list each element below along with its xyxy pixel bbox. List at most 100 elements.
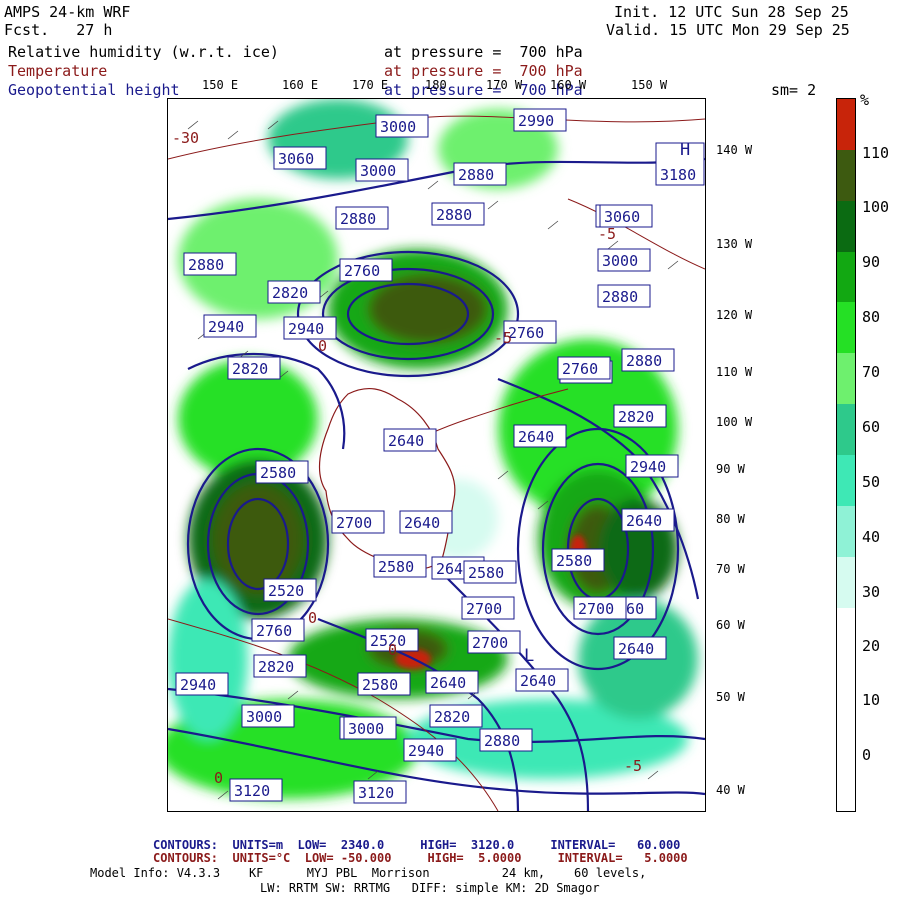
lon-label: 180: [425, 78, 447, 92]
height-label: 2820: [267, 280, 321, 304]
svg-text:2880: 2880: [340, 210, 376, 228]
colorbar-segment: [837, 353, 855, 406]
svg-text:2880: 2880: [188, 256, 224, 274]
svg-text:2640: 2640: [430, 674, 466, 692]
lat-label: 50 W: [716, 690, 745, 704]
colorbar-segment: [837, 200, 855, 253]
colorbar-segment: [837, 607, 855, 660]
height-label: 3000: [375, 114, 429, 138]
colorbar-segment: [837, 404, 855, 457]
svg-text:2880: 2880: [484, 732, 520, 750]
svg-text:3000: 3000: [360, 162, 396, 180]
svg-text:2940: 2940: [288, 320, 324, 338]
svg-text:2640: 2640: [404, 514, 440, 532]
height-label: 2580: [463, 560, 517, 584]
colorbar-segment: [837, 302, 855, 355]
svg-text:2580: 2580: [468, 564, 504, 582]
svg-text:2940: 2940: [408, 742, 444, 760]
svg-text:2880: 2880: [626, 352, 662, 370]
lat-label: 90 W: [716, 462, 745, 476]
svg-text:2700: 2700: [472, 634, 508, 652]
valid-time: Valid. 15 UTC Mon 29 Sep 25: [606, 21, 850, 39]
model-info: Model Info: V4.3.3 KF MYJ PBL Morrison 2…: [90, 866, 647, 880]
svg-text:2640: 2640: [388, 432, 424, 450]
height-label: 2580: [357, 672, 411, 696]
field-temp-name: Temperature: [8, 62, 108, 80]
height-label: 3000: [597, 248, 651, 272]
height-label: 2940: [625, 454, 679, 478]
svg-text:3120: 3120: [358, 784, 394, 802]
lat-label: 140 W: [716, 143, 753, 157]
temperature-contour-info: CONTOURS: UNITS=°C LOW= -50.000 HIGH= 5.…: [153, 851, 688, 865]
svg-text:2990: 2990: [518, 112, 554, 130]
lon-label: 170 W: [486, 78, 523, 92]
height-label: 3120: [229, 778, 283, 802]
temperature-label: 0: [318, 337, 327, 355]
svg-text:2820: 2820: [434, 708, 470, 726]
colorbar-label: 80: [862, 308, 881, 326]
colorbar-label: 40: [862, 528, 881, 546]
svg-text:3120: 3120: [234, 782, 270, 800]
lat-label: 100 W: [716, 415, 753, 429]
height-label: 2880: [431, 202, 485, 226]
colorbar-label: 90: [862, 253, 881, 271]
lon-label: 150 E: [202, 78, 239, 92]
temperature-label: 0: [214, 769, 223, 787]
svg-text:2700: 2700: [336, 514, 372, 532]
weather-map: 3060 3000 3000 2990 2880 3120 3180 2880 …: [168, 99, 705, 811]
svg-text:2640: 2640: [626, 512, 662, 530]
height-label: 2760: [557, 356, 611, 380]
lat-label: 40 W: [716, 783, 745, 797]
svg-text:2940: 2940: [630, 458, 666, 476]
lat-label: 110 W: [716, 365, 753, 379]
svg-text:2760: 2760: [508, 324, 544, 342]
svg-text:2700: 2700: [466, 600, 502, 618]
colorbar-label: 70: [862, 363, 881, 381]
height-label: 2520: [263, 578, 317, 602]
temperature-label: -5: [624, 757, 642, 775]
height-label: 2640: [515, 668, 569, 692]
height-label: 3060: [273, 146, 327, 170]
low-pressure-marker: L: [524, 646, 534, 666]
svg-text:3000: 3000: [348, 720, 384, 738]
map-panel: 3060 3000 3000 2990 2880 3120 3180 2880 …: [167, 98, 706, 812]
height-label: 3000: [241, 704, 295, 728]
height-label: 3060: [599, 204, 653, 228]
lon-label: 150 W: [631, 78, 668, 92]
svg-text:3000: 3000: [602, 252, 638, 270]
temperature-label: 0: [388, 641, 397, 659]
temperature-label: -5: [598, 225, 616, 243]
svg-text:2880: 2880: [602, 288, 638, 306]
height-label: 2580: [373, 554, 427, 578]
temperature-label: -30: [172, 129, 199, 147]
colorbar: [836, 98, 856, 813]
height-label: 2640: [425, 670, 479, 694]
height-contour-info: CONTOURS: UNITS=m LOW= 2340.0 HIGH= 3120…: [153, 838, 681, 852]
height-label: 2940: [283, 316, 337, 340]
colorbar-segment: [837, 658, 855, 711]
lat-label: 130 W: [716, 237, 753, 251]
height-label: 2880: [479, 728, 533, 752]
colorbar-label: 30: [862, 583, 881, 601]
svg-text:2700: 2700: [578, 600, 614, 618]
colorbar-segment: [837, 556, 855, 609]
height-label: 2640: [399, 510, 453, 534]
lat-label: 80 W: [716, 512, 745, 526]
height-label: 2880: [453, 162, 507, 186]
height-label: 2640: [383, 428, 437, 452]
temperature-label: 0: [308, 609, 317, 627]
colorbar-label: 110: [862, 144, 890, 162]
smoothing-label: sm= 2: [771, 81, 817, 99]
colorbar-segment: [837, 455, 855, 507]
colorbar-label: 60: [862, 418, 881, 436]
svg-text:3060: 3060: [278, 150, 314, 168]
height-label: 2700: [461, 596, 515, 620]
field-rh-level: at pressure = 700 hPa: [384, 43, 583, 61]
colorbar-label: 50: [862, 473, 881, 491]
height-label: 3120: [353, 780, 407, 804]
temperature-label: -5: [494, 329, 512, 347]
height-label: 3000: [355, 158, 409, 182]
svg-text:2880: 2880: [436, 206, 472, 224]
height-label: 2880: [335, 206, 389, 230]
height-label: 2940: [203, 314, 257, 338]
